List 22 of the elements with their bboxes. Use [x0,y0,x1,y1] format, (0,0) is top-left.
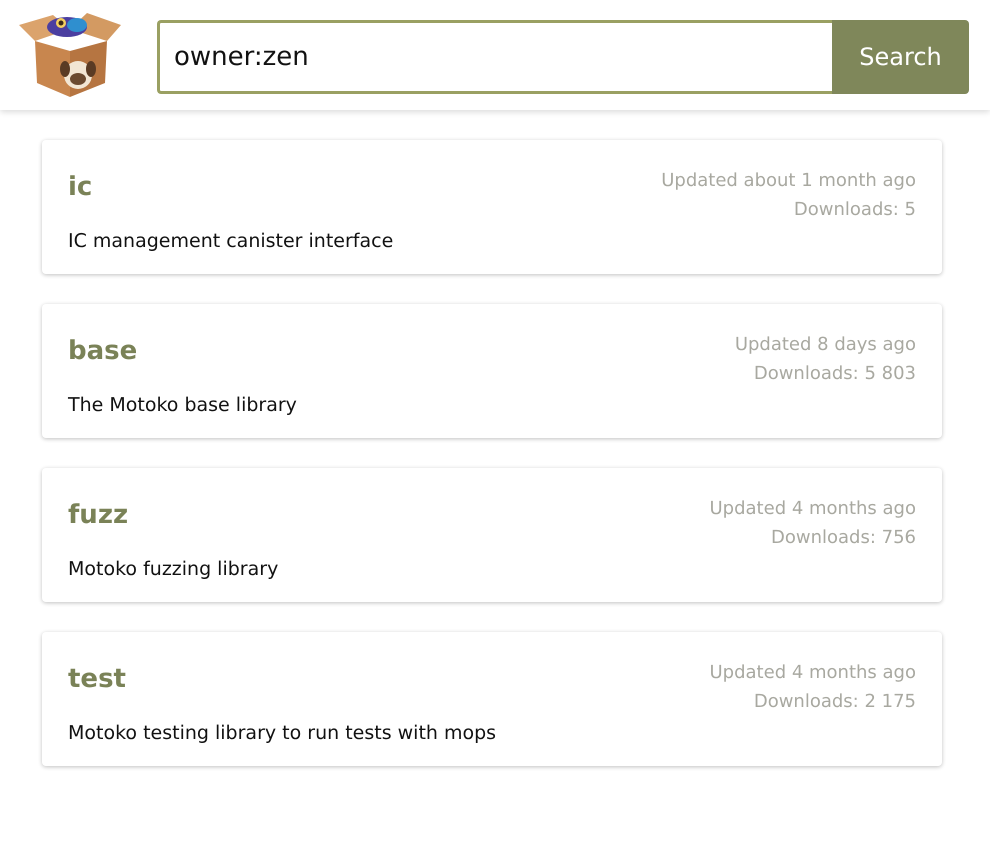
downloads-text: Downloads: 5 803 [754,363,916,384]
updated-text: Updated 4 months ago [710,498,916,519]
package-name-link[interactable]: base [68,336,138,366]
package-description: The Motoko base library [68,394,298,416]
package-card[interactable]: base Updated 8 days ago Downloads: 5 803 The Motoko base library [42,304,942,438]
search-button[interactable]: Search [832,20,969,94]
package-description: IC management canister interface [68,230,394,252]
package-name-link[interactable]: fuzz [68,500,128,530]
updated-text: Updated 8 days ago [734,334,916,355]
search-field[interactable]: owner:zen [157,20,832,94]
package-name-link[interactable]: ic [68,172,92,202]
package-card[interactable]: ic Updated about 1 month ago Downloads: 5 IC management canister interface [42,140,942,274]
downloads-text: Downloads: 5 [794,199,916,220]
package-description: Motoko testing library to run tests with mops [68,722,498,744]
package-card[interactable]: fuzz Updated 4 months ago Downloads: 756 Motoko fuzzing library [42,468,942,602]
updated-text: Updated 4 months ago [710,662,916,683]
package-description: Motoko fuzzing library [68,558,280,580]
downloads-text: Downloads: 2 175 [754,691,916,712]
package-card[interactable]: test Updated 4 months ago Downloads: 2 175 Motoko testing library to run tests with mops [42,632,942,766]
package-name-link[interactable]: test [68,664,126,694]
downloads-text: Downloads: 756 [771,527,916,548]
updated-text: Updated about 1 month ago [661,170,916,191]
